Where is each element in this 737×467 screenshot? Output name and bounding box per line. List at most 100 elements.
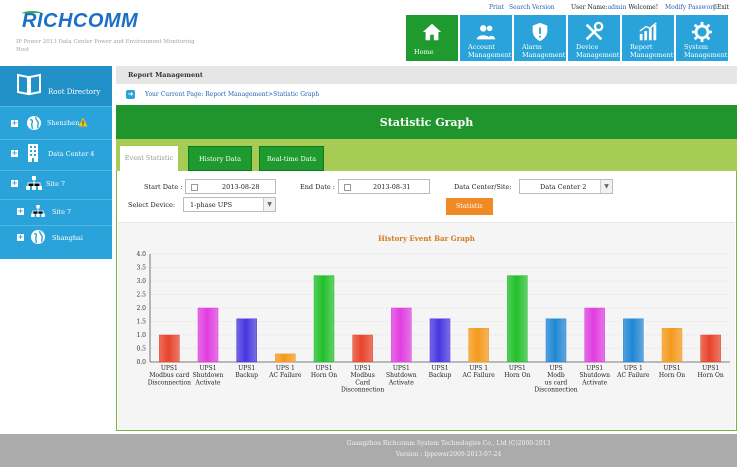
sidebar-item-shenzhen[interactable]: Shenzhen bbox=[47, 119, 79, 127]
expand-icon[interactable]: + bbox=[11, 150, 18, 157]
search-link[interactable]: Search bbox=[509, 4, 530, 11]
exit-link[interactable]: Exit bbox=[717, 4, 729, 11]
bar-chart-icon bbox=[639, 22, 657, 41]
expand-icon[interactable]: + bbox=[17, 234, 24, 241]
chart-bar bbox=[429, 318, 451, 363]
sidebar-item-shanghai[interactable]: Shanghai bbox=[52, 234, 83, 242]
user-name: admin bbox=[607, 4, 627, 11]
start-date-input[interactable]: 2013-08-28 bbox=[185, 179, 276, 194]
globe-icon bbox=[31, 230, 45, 244]
start-date-label: Start Date : bbox=[144, 183, 183, 191]
x-tick-label: UPS1 Backup bbox=[429, 365, 452, 379]
expand-icon[interactable]: + bbox=[11, 120, 18, 127]
x-tick-label: UPS1 Modbus card Disconnection bbox=[148, 365, 191, 386]
x-tick-label: UPS 1 AC Failure bbox=[268, 365, 302, 379]
chart-bar bbox=[352, 334, 373, 363]
end-date-label: End Date : bbox=[300, 183, 335, 191]
chevron-down-icon: ▼ bbox=[600, 180, 612, 193]
y-tick-label: 3.5 bbox=[136, 265, 146, 272]
sidebar-divider bbox=[0, 106, 112, 107]
sidebar-root-label: Root Directory bbox=[48, 88, 101, 96]
sidebar-divider bbox=[0, 225, 112, 226]
page-title: Statistic Graph bbox=[379, 116, 474, 129]
x-tick-label: UPS1 Horn On bbox=[504, 365, 530, 379]
chart-bar bbox=[468, 328, 489, 363]
sidebar-item-site-7-sub[interactable]: Site 7 bbox=[52, 208, 71, 216]
x-tick-label: UPS1 Horn On bbox=[659, 365, 685, 379]
sidebar-divider bbox=[0, 170, 112, 171]
chevron-down-icon: ▼ bbox=[263, 198, 275, 211]
x-tick-label: UPS1 Shutdown Activate bbox=[579, 365, 610, 386]
logo: RICHCOMM bbox=[22, 10, 139, 32]
expand-icon[interactable]: + bbox=[11, 180, 18, 187]
arrow-right-icon: ➜ bbox=[126, 90, 135, 99]
nav-account-management[interactable]: Account Management bbox=[460, 15, 512, 61]
section-bar bbox=[116, 66, 737, 84]
nav-home[interactable]: Home bbox=[406, 15, 458, 61]
y-tick-label: 4.0 bbox=[136, 251, 146, 258]
chart-bar bbox=[236, 318, 257, 363]
print-link[interactable]: Print bbox=[489, 4, 504, 11]
device-label: Select Device: bbox=[128, 201, 176, 209]
device-select[interactable]: 1-phase UPS ▼ bbox=[183, 197, 276, 212]
home-icon bbox=[422, 23, 442, 41]
sidebar-item-site-7[interactable]: Site 7 bbox=[46, 180, 65, 188]
x-tick-label: UPS1 Shutdown Activate bbox=[193, 365, 224, 386]
chart-bar bbox=[313, 275, 335, 363]
chart-bar bbox=[661, 328, 683, 363]
chart-bar bbox=[197, 307, 219, 363]
sidebar-divider bbox=[0, 139, 112, 140]
tools-icon bbox=[585, 21, 604, 41]
expand-icon[interactable]: + bbox=[17, 208, 24, 215]
chart-bar bbox=[507, 275, 528, 363]
network-icon bbox=[31, 205, 45, 217]
nav-alarm-management[interactable]: Alarm Management bbox=[514, 15, 566, 61]
x-tick-label: UPS1 Modbus Card Disconnection bbox=[341, 365, 384, 394]
globe-icon bbox=[27, 116, 41, 130]
footer-version: Version : Ippower2009-2013-07-24 bbox=[395, 451, 502, 458]
end-date-input[interactable]: 2013-08-31 bbox=[338, 179, 430, 194]
chart-bar bbox=[275, 353, 296, 363]
x-tick-label: UPS1 Horn On bbox=[698, 365, 724, 379]
x-tick-label: UPS1 Horn On bbox=[311, 365, 337, 379]
sidebar-item-data-center-4[interactable]: Data Center 4 bbox=[48, 150, 94, 158]
calendar-icon bbox=[344, 184, 351, 191]
nav-report-management[interactable]: Report Management bbox=[622, 15, 674, 61]
nav-device-management[interactable]: Device Management bbox=[568, 15, 620, 61]
book-icon bbox=[17, 73, 41, 96]
tab-history-data[interactable]: History Data bbox=[188, 146, 252, 171]
chart-title: History Event Bar Graph bbox=[378, 234, 475, 243]
x-tick-label: UPS1 Shutdown Activate bbox=[386, 365, 417, 386]
x-tick-label: UPS 1 AC Failure bbox=[616, 365, 650, 379]
site-select[interactable]: Data Center 2 ▼ bbox=[519, 179, 613, 194]
chart-bar bbox=[584, 307, 605, 363]
y-tick-label: 0.5 bbox=[136, 346, 146, 353]
chart-bar bbox=[545, 318, 567, 363]
chart-bar bbox=[700, 334, 721, 363]
users-icon bbox=[476, 25, 496, 40]
shield-alarm-icon bbox=[532, 22, 548, 42]
bar-chart: 0.0 0.5 1.0 1.5 2.0 2.5 3.0 3.5 4.0 UPS1 Modbus ca… bbox=[136, 251, 730, 394]
building-icon bbox=[28, 144, 38, 162]
breadcrumb: Your Current Page: Report Management>Sta… bbox=[145, 91, 320, 98]
chart-bar bbox=[391, 307, 412, 363]
tab-realtime-data[interactable]: Real-time Data bbox=[259, 146, 324, 171]
gear-icon bbox=[691, 21, 713, 43]
tab-event-statistic[interactable]: Event Statistic bbox=[120, 146, 178, 171]
section-title: Report Management bbox=[128, 71, 203, 79]
version-link[interactable]: Version bbox=[532, 4, 555, 11]
x-tick-label: UPS1 Backup bbox=[235, 365, 258, 379]
network-icon bbox=[26, 176, 42, 190]
statistic-button[interactable]: Statistic bbox=[446, 198, 493, 215]
y-tick-label: 2.5 bbox=[136, 292, 146, 299]
divider-bar: | bbox=[713, 4, 716, 11]
chart-bar bbox=[623, 318, 644, 363]
x-tick-label: UPS 1 AC Failure bbox=[462, 365, 496, 379]
warning-icon bbox=[78, 117, 88, 127]
x-tick-label: UPS Modb us card Disconnection bbox=[534, 365, 577, 394]
modify-password-link[interactable]: Modify Password bbox=[665, 4, 717, 11]
calendar-icon bbox=[191, 184, 198, 191]
nav-system-management[interactable]: System Management bbox=[676, 15, 728, 61]
sidebar-divider bbox=[0, 199, 112, 200]
footer-company: Guangzhou Richcomm System Technologies C… bbox=[346, 440, 551, 447]
